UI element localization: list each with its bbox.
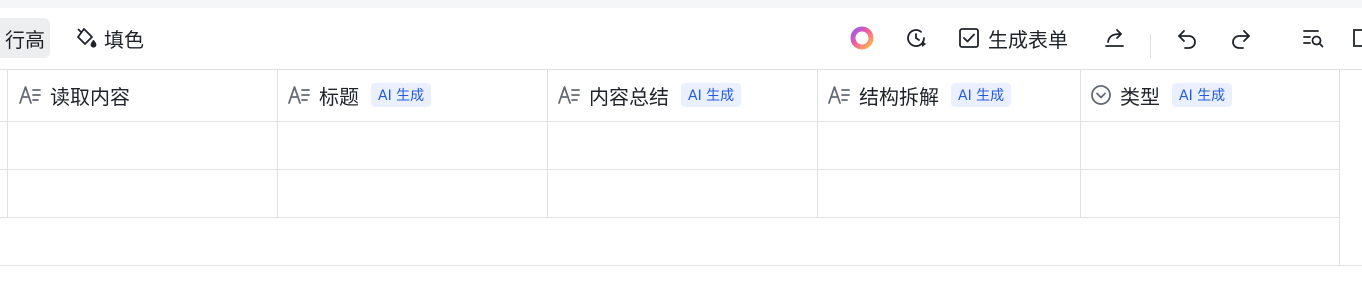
generate-form-label: 生成表单 [988,27,1068,52]
table-cell[interactable] [278,122,547,169]
generate-form-button[interactable]: 生成表单 [958,18,1068,58]
column-title: 内容总结 [589,84,669,109]
text-field-icon [18,84,42,106]
column-divider [1339,69,1340,265]
column-header-type[interactable]: 类型 AI 生成 [1080,69,1339,121]
column-header-structure[interactable]: 结构拆解 AI 生成 [817,69,1080,121]
find-button[interactable] [1299,18,1327,58]
ai-generate-badge[interactable]: AI 生成 [371,83,432,107]
row-height-button[interactable]: 行高 [0,18,50,58]
table-cell[interactable] [548,170,817,217]
column-title: 读取内容 [50,84,130,109]
table-cell[interactable] [1081,170,1339,217]
table-cell[interactable] [818,122,1080,169]
more-button[interactable] [1352,18,1362,58]
fill-color-button[interactable]: 填色 [74,18,144,58]
history-button[interactable] [902,18,930,58]
ai-generate-badge[interactable]: AI 生成 [951,83,1012,107]
toolbar: 行高 填色 生成表单 [0,8,1362,69]
row-height-label: 行高 [5,27,45,52]
paint-bucket-icon [74,26,98,50]
more-icon [1352,27,1362,49]
share-button[interactable] [1102,18,1128,58]
redo-button[interactable] [1228,18,1254,58]
single-select-icon [1090,84,1112,106]
column-header-title[interactable]: 标题 AI 生成 [277,69,547,121]
text-field-icon [557,84,581,106]
column-title: 标题 [319,84,359,109]
table-cell[interactable] [818,170,1080,217]
ai-assistant-button[interactable] [846,18,878,58]
redo-icon [1229,26,1253,50]
table-cell[interactable] [8,122,277,169]
ai-ring-icon [848,24,876,52]
column-header-read-content[interactable]: 读取内容 [8,69,277,121]
list-search-icon [1301,26,1325,50]
clock-history-icon [904,26,928,50]
ai-generate-badge[interactable]: AI 生成 [1172,83,1233,107]
table-cell[interactable] [548,122,817,169]
ai-generate-badge[interactable]: AI 生成 [681,83,742,107]
table-cell[interactable] [8,170,277,217]
checkbox-form-icon [958,27,980,49]
text-field-icon [287,84,311,106]
table-cell[interactable] [1081,122,1339,169]
text-field-icon [827,84,851,106]
column-title: 类型 [1120,84,1160,109]
fill-color-label: 填色 [104,27,144,52]
undo-button[interactable] [1174,18,1200,58]
toolbar-divider [1150,34,1151,58]
column-title: 结构拆解 [859,84,939,109]
add-row-area[interactable] [0,218,1339,265]
column-header-summary[interactable]: 内容总结 AI 生成 [547,69,817,121]
undo-icon [1175,26,1199,50]
share-arrow-icon [1103,26,1127,50]
grid-bottom-border [0,265,1362,266]
table-cell[interactable] [278,170,547,217]
top-strip [0,0,1362,8]
